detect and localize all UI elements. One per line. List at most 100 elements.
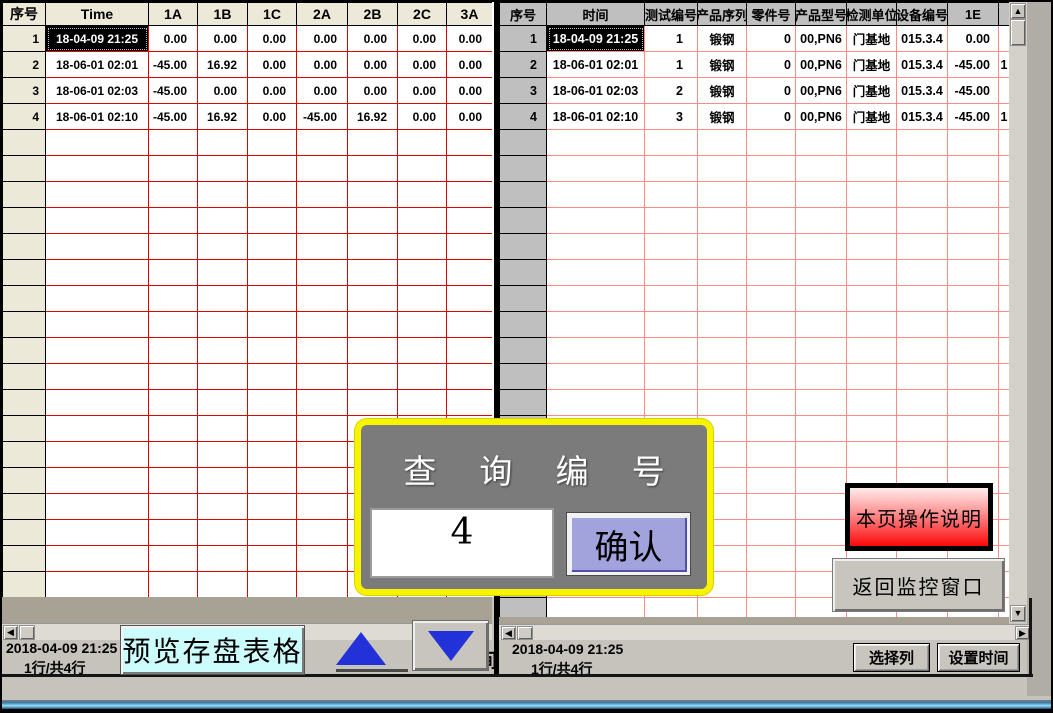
grid-cell[interactable] — [398, 312, 447, 338]
grid-cell[interactable]: -45.00 — [149, 78, 198, 104]
grid-cell[interactable] — [198, 520, 248, 546]
grid-cell[interactable]: 0.00 — [398, 104, 447, 130]
grid-cell[interactable] — [398, 182, 447, 208]
grid-cell[interactable] — [198, 546, 248, 572]
grid-cell[interactable] — [348, 286, 398, 312]
grid-cell[interactable] — [747, 260, 796, 286]
row-index-cell[interactable] — [3, 312, 46, 338]
grid-cell[interactable] — [248, 208, 297, 234]
grid-cell[interactable]: 0 — [747, 104, 796, 130]
grid-cell[interactable]: 0.00 — [297, 52, 348, 78]
grid-cell[interactable] — [248, 468, 297, 494]
grid-cell[interactable] — [796, 520, 847, 546]
grid-cell[interactable]: 0.00 — [398, 78, 447, 104]
grid-cell[interactable] — [447, 208, 493, 234]
row-index-cell[interactable] — [500, 260, 547, 286]
grid-cell[interactable] — [698, 338, 747, 364]
grid-cell[interactable] — [149, 416, 198, 442]
grid-cell[interactable]: 0.00 — [297, 26, 348, 52]
grid-cell[interactable]: 0.00 — [398, 26, 447, 52]
preview-saved-table-button[interactable]: 预览存盘表格 — [120, 625, 305, 675]
grid-cell[interactable] — [248, 416, 297, 442]
grid-cell[interactable] — [897, 312, 948, 338]
row-index-cell[interactable] — [3, 260, 46, 286]
grid-cell[interactable] — [447, 312, 493, 338]
grid-cell[interactable] — [796, 364, 847, 390]
grid-cell[interactable]: 0.00 — [198, 26, 248, 52]
row-index-cell[interactable]: 1 — [500, 26, 547, 52]
grid-cell[interactable]: 0.00 — [447, 78, 493, 104]
grid-cell[interactable] — [897, 416, 948, 442]
grid-cell[interactable] — [847, 442, 897, 468]
grid-cell[interactable] — [948, 286, 999, 312]
grid-cell[interactable]: 0.00 — [248, 104, 297, 130]
grid-cell[interactable] — [645, 208, 698, 234]
grid-cell[interactable] — [149, 572, 198, 597]
row-index-cell[interactable] — [3, 130, 46, 156]
grid-cell[interactable] — [897, 338, 948, 364]
grid-cell[interactable] — [796, 156, 847, 182]
grid-cell[interactable] — [948, 390, 999, 416]
grid-cell[interactable] — [698, 286, 747, 312]
grid-cell[interactable] — [248, 312, 297, 338]
grid-cell[interactable] — [847, 338, 897, 364]
confirm-button[interactable]: 确认 — [570, 516, 687, 572]
grid-cell[interactable] — [547, 338, 645, 364]
grid-cell[interactable] — [747, 182, 796, 208]
grid-cell[interactable] — [348, 338, 398, 364]
grid-cell[interactable] — [198, 260, 248, 286]
row-index-cell[interactable] — [3, 494, 46, 520]
row-index-cell[interactable] — [500, 338, 547, 364]
scroll-left-icon[interactable]: ◀ — [501, 626, 516, 640]
grid-cell[interactable]: 015.3.4 — [897, 26, 948, 52]
grid-cell[interactable] — [897, 442, 948, 468]
grid-cell[interactable] — [149, 468, 198, 494]
grid-cell[interactable] — [645, 312, 698, 338]
grid-cell[interactable]: 18-06-01 02:03 — [46, 78, 149, 104]
grid-cell[interactable]: 3 — [645, 104, 698, 130]
grid-cell[interactable] — [847, 286, 897, 312]
grid-cell[interactable] — [645, 338, 698, 364]
grid-cell[interactable] — [796, 260, 847, 286]
grid-cell[interactable]: -45.00 — [297, 104, 348, 130]
scroll-down-icon[interactable]: ▼ — [1010, 605, 1026, 622]
grid-cell[interactable] — [149, 182, 198, 208]
grid-cell[interactable] — [796, 130, 847, 156]
grid-cell[interactable] — [796, 442, 847, 468]
horizontal-scroll-thumb[interactable] — [517, 626, 533, 640]
grid-cell[interactable] — [198, 416, 248, 442]
grid-cell[interactable]: 0.00 — [948, 26, 999, 52]
grid-cell[interactable]: 015.3.4 — [897, 52, 948, 78]
grid-cell[interactable] — [348, 312, 398, 338]
grid-cell[interactable] — [645, 156, 698, 182]
grid-cell[interactable]: 00,PN6 — [796, 78, 847, 104]
grid-cell[interactable] — [948, 182, 999, 208]
grid-cell[interactable]: 015.3.4 — [897, 78, 948, 104]
grid-cell[interactable] — [297, 182, 348, 208]
row-index-cell[interactable] — [3, 286, 46, 312]
grid-cell[interactable] — [747, 468, 796, 494]
grid-cell[interactable] — [248, 442, 297, 468]
grid-cell[interactable] — [46, 130, 149, 156]
scroll-left-icon[interactable]: ◀ — [3, 625, 18, 640]
grid-cell[interactable] — [248, 182, 297, 208]
grid-cell[interactable] — [796, 390, 847, 416]
grid-cell[interactable] — [348, 208, 398, 234]
grid-cell[interactable] — [447, 182, 493, 208]
grid-cell[interactable] — [297, 312, 348, 338]
grid-cell[interactable] — [547, 390, 645, 416]
grid-cell[interactable]: 00,PN6 — [796, 104, 847, 130]
grid-cell[interactable] — [297, 156, 348, 182]
grid-cell[interactable] — [348, 390, 398, 416]
row-index-cell[interactable] — [500, 208, 547, 234]
grid-cell[interactable] — [46, 468, 149, 494]
grid-cell[interactable] — [698, 364, 747, 390]
row-index-cell[interactable] — [500, 234, 547, 260]
grid-cell[interactable]: -45.00 — [948, 52, 999, 78]
grid-cell[interactable] — [149, 312, 198, 338]
grid-cell[interactable] — [198, 234, 248, 260]
grid-cell[interactable] — [796, 468, 847, 494]
grid-cell[interactable] — [847, 208, 897, 234]
grid-cell[interactable] — [297, 260, 348, 286]
row-index-cell[interactable] — [3, 364, 46, 390]
